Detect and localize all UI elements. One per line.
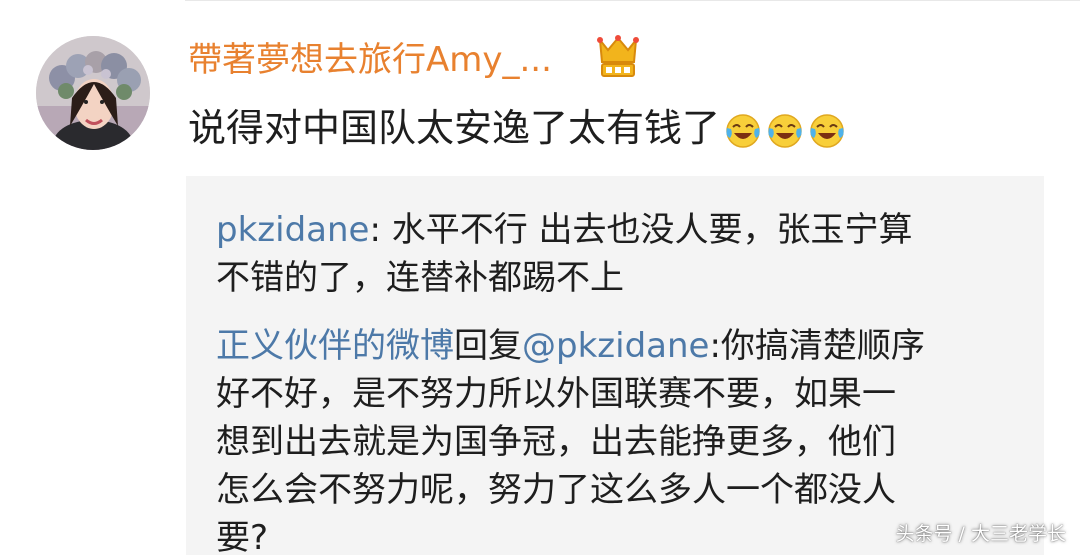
comment-text: 说得对中国队太安逸了太有钱了 (188, 100, 850, 156)
comment-username[interactable]: 帶著夢想去旅行Amy_... (188, 36, 552, 84)
reply-text-line: 要? (216, 518, 269, 555)
reply-username[interactable]: 正义伙伴的微博 (216, 326, 454, 366)
laugh-cry-emoji (726, 113, 760, 148)
reply-item: pkzidane: 水平不行 出去也没人要，张玉宁算 不错的了，连替补都踢不上 (216, 206, 1006, 302)
crown-vip-icon[interactable] (596, 34, 640, 80)
reply-separator: : (709, 326, 721, 366)
reply-mention[interactable]: @pkzidane (522, 326, 709, 366)
laugh-cry-emoji (768, 113, 802, 148)
top-divider (185, 0, 1080, 1)
avatar-image (36, 36, 150, 150)
reply-word: 回复 (454, 326, 522, 366)
emoji-row (724, 103, 850, 159)
reply-box[interactable]: pkzidane: 水平不行 出去也没人要，张玉宁算 不错的了，连替补都踢不上 … (186, 176, 1044, 555)
reply-text-line: 你搞清楚顺序 (720, 326, 925, 366)
reply-text-line: 怎么会不努力呢，努力了这么多人一个都没人 (216, 470, 896, 510)
comment-body: 说得对中国队太安逸了太有钱了 (188, 106, 721, 150)
reply-item: 正义伙伴的微博回复@pkzidane:你搞清楚顺序 好不好，是不努力所以外国联赛… (216, 322, 1006, 555)
reply-text-line: 好不好，是不努力所以外国联赛不要，如果一 (216, 374, 896, 414)
reply-separator: : (369, 210, 392, 250)
reply-text-line: 想到出去就是为国争冠，出去能挣更多，他们 (216, 422, 896, 462)
avatar[interactable] (36, 36, 150, 150)
laugh-cry-emoji (810, 113, 844, 148)
reply-text-line: 水平不行 出去也没人要，张玉宁算 (391, 210, 913, 250)
watermark: 头条号 / 大三老学长 (895, 523, 1066, 545)
reply-text-line: 不错的了，连替补都踢不上 (216, 258, 624, 298)
reply-username[interactable]: pkzidane (216, 210, 369, 250)
